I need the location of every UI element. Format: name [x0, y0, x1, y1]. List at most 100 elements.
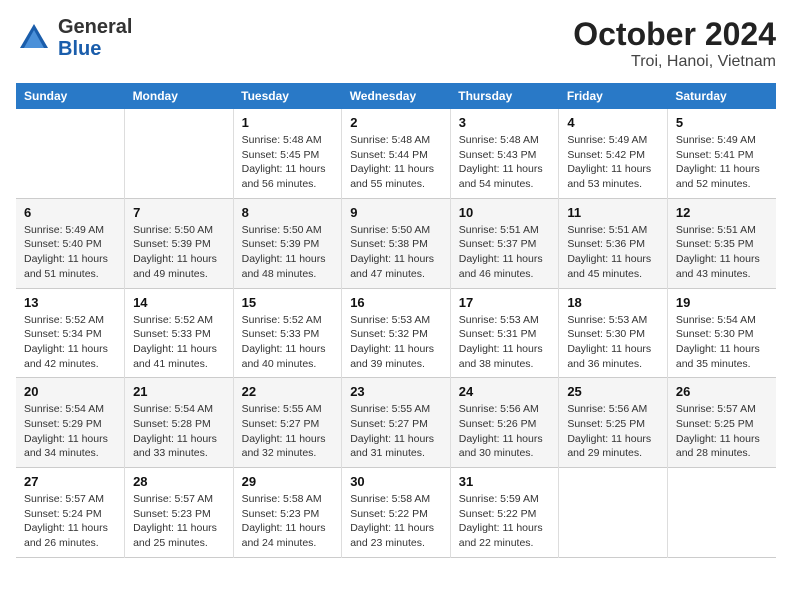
calendar-cell: 13 Sunrise: 5:52 AM Sunset: 5:34 PM Dayli…: [16, 288, 125, 378]
weekday-header-thursday: Thursday: [450, 83, 559, 109]
calendar-table: SundayMondayTuesdayWednesdayThursdayFrid…: [16, 83, 776, 558]
day-number: 2: [350, 115, 442, 130]
day-number: 5: [676, 115, 768, 130]
day-number: 30: [350, 474, 442, 489]
calendar-cell: [667, 468, 776, 558]
day-number: 11: [567, 205, 659, 220]
day-info: Sunrise: 5:53 AM Sunset: 5:30 PM Dayligh…: [567, 313, 659, 372]
day-number: 10: [459, 205, 551, 220]
calendar-cell: [16, 109, 125, 198]
day-number: 23: [350, 384, 442, 399]
calendar-cell: 19 Sunrise: 5:54 AM Sunset: 5:30 PM Dayli…: [667, 288, 776, 378]
weekday-header-wednesday: Wednesday: [342, 83, 451, 109]
calendar-cell: 23 Sunrise: 5:55 AM Sunset: 5:27 PM Dayli…: [342, 378, 451, 468]
day-number: 19: [676, 295, 768, 310]
calendar-cell: 1 Sunrise: 5:48 AM Sunset: 5:45 PM Daylig…: [233, 109, 342, 198]
calendar-cell: 10Sunrise: 5:51 AM Sunset: 5:37 PM Dayli…: [450, 198, 559, 288]
calendar-cell: 17 Sunrise: 5:53 AM Sunset: 5:31 PM Dayli…: [450, 288, 559, 378]
day-info: Sunrise: 5:59 AM Sunset: 5:22 PM Dayligh…: [459, 492, 551, 551]
logo-blue: Blue: [58, 38, 101, 60]
day-number: 14: [133, 295, 225, 310]
day-info: Sunrise: 5:55 AM Sunset: 5:27 PM Dayligh…: [242, 402, 334, 461]
day-number: 4: [567, 115, 659, 130]
calendar-cell: 14Sunrise: 5:52 AM Sunset: 5:33 PM Dayli…: [125, 288, 234, 378]
calendar-subtitle: Troi, Hanoi, Vietnam: [573, 53, 776, 71]
day-info: Sunrise: 5:54 AM Sunset: 5:30 PM Dayligh…: [676, 313, 768, 372]
day-info: Sunrise: 5:52 AM Sunset: 5:33 PM Dayligh…: [242, 313, 334, 372]
day-info: Sunrise: 5:50 AM Sunset: 5:39 PM Dayligh…: [242, 223, 334, 282]
day-number: 18: [567, 295, 659, 310]
day-number: 3: [459, 115, 551, 130]
calendar-cell: 21Sunrise: 5:54 AM Sunset: 5:28 PM Dayli…: [125, 378, 234, 468]
calendar-cell: 16Sunrise: 5:53 AM Sunset: 5:32 PM Dayli…: [342, 288, 451, 378]
day-info: Sunrise: 5:53 AM Sunset: 5:31 PM Dayligh…: [459, 313, 551, 372]
calendar-cell: 30 Sunrise: 5:58 AM Sunset: 5:22 PM Dayli…: [342, 468, 451, 558]
weekday-header-saturday: Saturday: [667, 83, 776, 109]
calendar-cell: 3 Sunrise: 5:48 AM Sunset: 5:43 PM Daylig…: [450, 109, 559, 198]
day-number: 13: [24, 295, 116, 310]
day-number: 27: [24, 474, 116, 489]
calendar-cell: 26Sunrise: 5:57 AM Sunset: 5:25 PM Dayli…: [667, 378, 776, 468]
day-number: 20: [24, 384, 116, 399]
day-info: Sunrise: 5:51 AM Sunset: 5:35 PM Dayligh…: [676, 223, 768, 282]
logo-general: General: [58, 16, 132, 38]
week-row-4: 20Sunrise: 5:54 AM Sunset: 5:29 PM Dayli…: [16, 378, 776, 468]
calendar-cell: 22Sunrise: 5:55 AM Sunset: 5:27 PM Dayli…: [233, 378, 342, 468]
day-info: Sunrise: 5:55 AM Sunset: 5:27 PM Dayligh…: [350, 402, 442, 461]
calendar-cell: 29Sunrise: 5:58 AM Sunset: 5:23 PM Dayli…: [233, 468, 342, 558]
day-number: 16: [350, 295, 442, 310]
day-info: Sunrise: 5:54 AM Sunset: 5:28 PM Dayligh…: [133, 402, 225, 461]
day-info: Sunrise: 5:48 AM Sunset: 5:45 PM Dayligh…: [242, 133, 334, 192]
calendar-body: 1 Sunrise: 5:48 AM Sunset: 5:45 PM Daylig…: [16, 109, 776, 557]
calendar-cell: 5 Sunrise: 5:49 AM Sunset: 5:41 PM Daylig…: [667, 109, 776, 198]
calendar-cell: 20Sunrise: 5:54 AM Sunset: 5:29 PM Dayli…: [16, 378, 125, 468]
week-row-2: 6 Sunrise: 5:49 AM Sunset: 5:40 PM Daylig…: [16, 198, 776, 288]
day-info: Sunrise: 5:58 AM Sunset: 5:23 PM Dayligh…: [242, 492, 334, 551]
page-header: General Blue October 2024 Troi, Hanoi, V…: [16, 16, 776, 71]
day-number: 9: [350, 205, 442, 220]
calendar-cell: 9 Sunrise: 5:50 AM Sunset: 5:38 PM Daylig…: [342, 198, 451, 288]
day-info: Sunrise: 5:57 AM Sunset: 5:23 PM Dayligh…: [133, 492, 225, 551]
day-info: Sunrise: 5:56 AM Sunset: 5:26 PM Dayligh…: [459, 402, 551, 461]
day-number: 7: [133, 205, 225, 220]
day-number: 28: [133, 474, 225, 489]
logo: General Blue: [16, 16, 132, 60]
week-row-1: 1 Sunrise: 5:48 AM Sunset: 5:45 PM Daylig…: [16, 109, 776, 198]
day-number: 12: [676, 205, 768, 220]
weekday-row: SundayMondayTuesdayWednesdayThursdayFrid…: [16, 83, 776, 109]
day-info: Sunrise: 5:49 AM Sunset: 5:41 PM Dayligh…: [676, 133, 768, 192]
day-number: 31: [459, 474, 551, 489]
week-row-3: 13 Sunrise: 5:52 AM Sunset: 5:34 PM Dayli…: [16, 288, 776, 378]
calendar-cell: 15Sunrise: 5:52 AM Sunset: 5:33 PM Dayli…: [233, 288, 342, 378]
day-info: Sunrise: 5:50 AM Sunset: 5:39 PM Dayligh…: [133, 223, 225, 282]
day-info: Sunrise: 5:51 AM Sunset: 5:36 PM Dayligh…: [567, 223, 659, 282]
weekday-header-sunday: Sunday: [16, 83, 125, 109]
calendar-cell: 12 Sunrise: 5:51 AM Sunset: 5:35 PM Dayli…: [667, 198, 776, 288]
calendar-cell: [125, 109, 234, 198]
title-block: October 2024 Troi, Hanoi, Vietnam: [573, 16, 776, 71]
day-info: Sunrise: 5:48 AM Sunset: 5:43 PM Dayligh…: [459, 133, 551, 192]
day-info: Sunrise: 5:50 AM Sunset: 5:38 PM Dayligh…: [350, 223, 442, 282]
week-row-5: 27 Sunrise: 5:57 AM Sunset: 5:24 PM Dayli…: [16, 468, 776, 558]
day-info: Sunrise: 5:49 AM Sunset: 5:42 PM Dayligh…: [567, 133, 659, 192]
day-number: 1: [242, 115, 334, 130]
day-info: Sunrise: 5:58 AM Sunset: 5:22 PM Dayligh…: [350, 492, 442, 551]
day-info: Sunrise: 5:49 AM Sunset: 5:40 PM Dayligh…: [24, 223, 116, 282]
day-info: Sunrise: 5:52 AM Sunset: 5:34 PM Dayligh…: [24, 313, 116, 372]
calendar-cell: 27 Sunrise: 5:57 AM Sunset: 5:24 PM Dayli…: [16, 468, 125, 558]
calendar-cell: 7 Sunrise: 5:50 AM Sunset: 5:39 PM Daylig…: [125, 198, 234, 288]
calendar-cell: 8Sunrise: 5:50 AM Sunset: 5:39 PM Daylig…: [233, 198, 342, 288]
calendar-cell: 2Sunrise: 5:48 AM Sunset: 5:44 PM Daylig…: [342, 109, 451, 198]
weekday-header-monday: Monday: [125, 83, 234, 109]
weekday-header-tuesday: Tuesday: [233, 83, 342, 109]
day-number: 17: [459, 295, 551, 310]
day-number: 25: [567, 384, 659, 399]
calendar-cell: 4 Sunrise: 5:49 AM Sunset: 5:42 PM Daylig…: [559, 109, 668, 198]
day-number: 6: [24, 205, 116, 220]
day-info: Sunrise: 5:57 AM Sunset: 5:24 PM Dayligh…: [24, 492, 116, 551]
calendar-cell: 11 Sunrise: 5:51 AM Sunset: 5:36 PM Dayli…: [559, 198, 668, 288]
weekday-header-friday: Friday: [559, 83, 668, 109]
day-info: Sunrise: 5:56 AM Sunset: 5:25 PM Dayligh…: [567, 402, 659, 461]
calendar-cell: 18 Sunrise: 5:53 AM Sunset: 5:30 PM Dayli…: [559, 288, 668, 378]
logo-text: General Blue: [58, 16, 132, 60]
